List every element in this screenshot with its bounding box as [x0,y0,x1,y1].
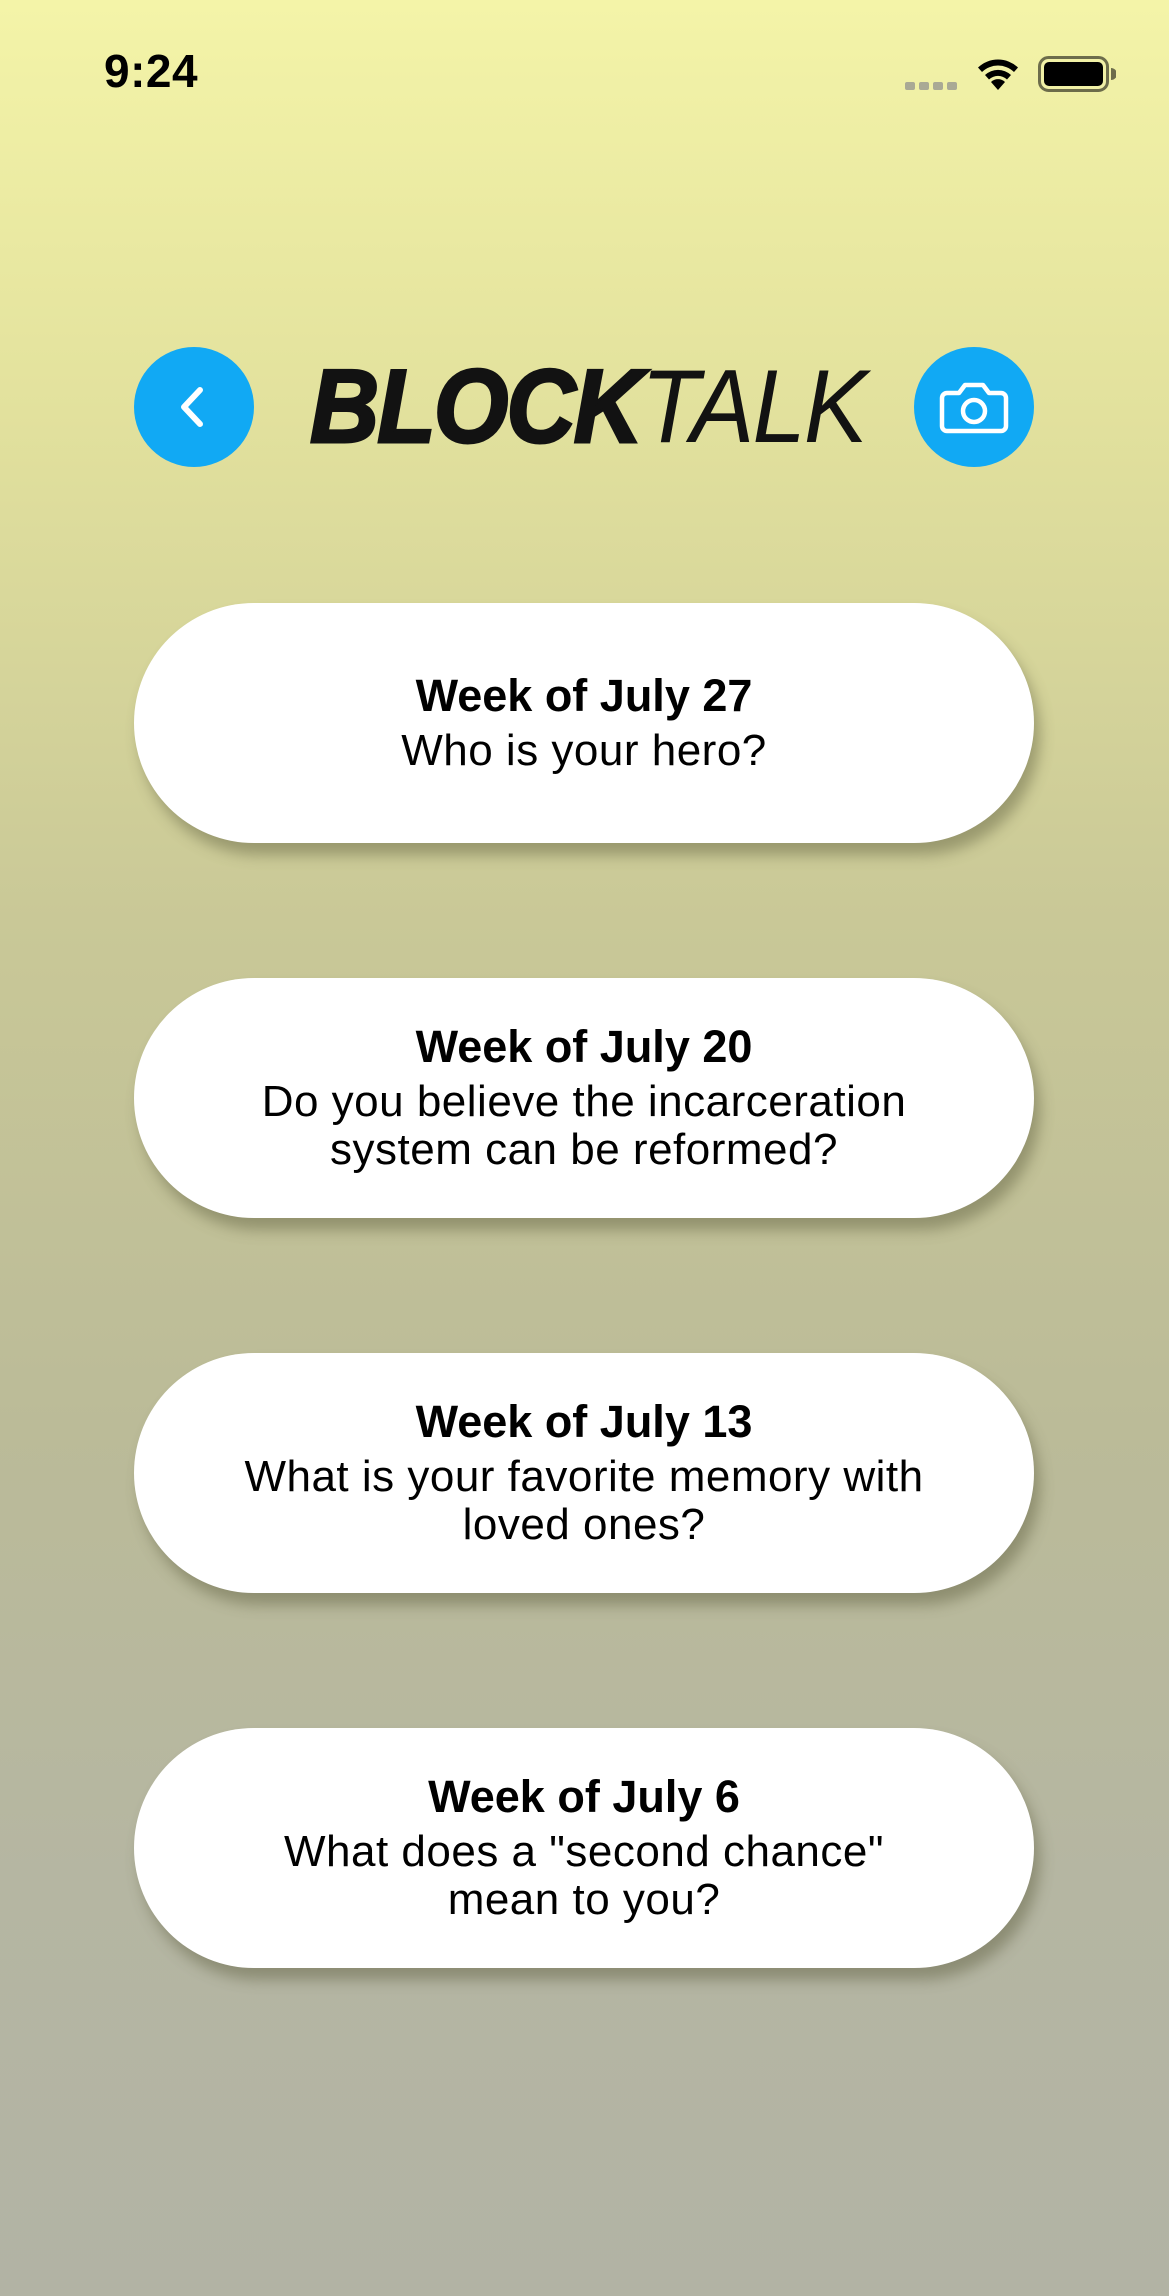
cellular-signal-icon [905,82,957,90]
prompt-question: What does a "second chance" mean to you? [284,1827,884,1924]
prompt-card-july-27[interactable]: Week of July 27 Who is your hero? [134,603,1034,843]
prompt-week: Week of July 20 [415,1021,753,1072]
battery-icon [1038,56,1116,92]
prompt-week: Week of July 6 [428,1771,740,1822]
status-bar: 9:24 [0,0,1169,150]
status-time: 9:24 [104,45,199,97]
header: BLOCKTALK [0,345,1169,470]
back-button[interactable] [134,347,254,467]
logo-light-text: TALK [640,349,868,465]
prompt-card-july-20[interactable]: Week of July 20 Do you believe the incar… [134,978,1034,1218]
chevron-left-icon [181,387,203,427]
camera-icon [939,382,1009,434]
prompt-card-july-6[interactable]: Week of July 6 What does a "second chanc… [134,1728,1034,1968]
prompt-question: Who is your hero? [401,726,767,775]
logo-bold-text: BLOCK [309,349,645,465]
prompt-question: Do you believe the incarceration system … [261,1077,907,1174]
prompt-question: What is your favorite memory with loved … [244,1452,924,1549]
prompt-card-july-13[interactable]: Week of July 13 What is your favorite me… [134,1353,1034,1593]
wifi-icon [978,59,1018,90]
prompt-week: Week of July 27 [415,670,753,721]
blocktalk-logo: BLOCKTALK [309,353,868,461]
prompt-week: Week of July 13 [415,1396,753,1447]
camera-button[interactable] [914,347,1034,467]
